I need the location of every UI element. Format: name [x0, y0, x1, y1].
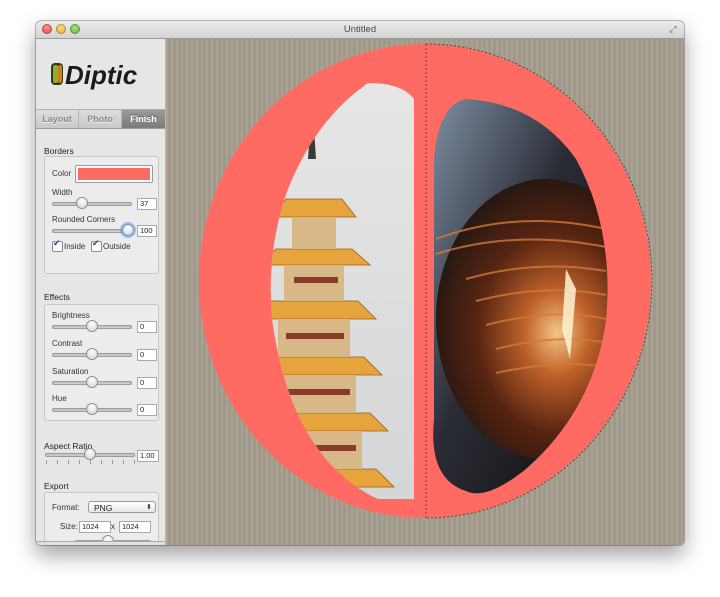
format-label: Format:: [52, 503, 80, 512]
rounded-corners-label: Rounded Corners: [52, 215, 116, 224]
brightness-field[interactable]: 0: [137, 321, 157, 333]
inside-checkbox[interactable]: [52, 239, 63, 252]
aspect-ratio-slider[interactable]: [45, 449, 135, 459]
canvas-area: [166, 39, 684, 545]
format-value: PNG: [94, 503, 113, 513]
contrast-slider[interactable]: [52, 349, 132, 359]
fullscreen-icon[interactable]: ⤢: [668, 24, 678, 34]
border-width-slider[interactable]: [52, 198, 132, 208]
border-color-well[interactable]: [75, 165, 153, 183]
title-bar: Untitled ⤢: [36, 21, 684, 39]
saturation-knob[interactable]: [87, 377, 97, 387]
rounded-corners-knob[interactable]: [123, 225, 133, 235]
window-title: Untitled: [343, 24, 377, 35]
color-label: Color: [52, 169, 72, 178]
format-select[interactable]: PNG ⬍: [88, 501, 156, 513]
width-label: Width: [52, 188, 73, 197]
effects-group: Brightness 0 Contrast 0 Saturation 0 Hue…: [44, 304, 159, 421]
hue-knob[interactable]: [87, 404, 97, 414]
brightness-knob[interactable]: [87, 321, 97, 331]
brightness-slider[interactable]: [52, 321, 132, 331]
export-height-field[interactable]: 1024: [119, 521, 151, 533]
hue-field[interactable]: 0: [137, 404, 157, 416]
outside-label: Outside: [103, 242, 131, 251]
effects-heading: Effects: [44, 292, 70, 302]
size-times-label: x: [111, 522, 115, 531]
aspect-ratio-field[interactable]: 1.00: [137, 450, 159, 462]
updown-arrows-icon: ⬍: [146, 504, 152, 511]
hue-label: Hue: [52, 394, 67, 403]
border-width-knob[interactable]: [77, 198, 87, 208]
tab-photo[interactable]: Photo: [79, 110, 122, 128]
contrast-knob[interactable]: [87, 349, 97, 359]
tab-bar: Layout Photo Finish: [36, 109, 165, 129]
app-window: Untitled ⤢ Diptic Layout Photo Finish Bo…: [36, 21, 684, 545]
aspect-ratio-knob[interactable]: [85, 449, 95, 459]
collage-preview: [199, 43, 653, 519]
export-group: Format: PNG ⬍ Size: 1024 x 1024: [44, 492, 159, 545]
saturation-label: Saturation: [52, 367, 89, 376]
saturation-slider[interactable]: [52, 377, 132, 387]
size-label: Size:: [60, 522, 78, 531]
aspect-ratio-ticks: [46, 460, 136, 465]
export-width-field[interactable]: 1024: [79, 521, 111, 533]
diptic-logo: Diptic: [51, 60, 138, 90]
brightness-label: Brightness: [52, 311, 90, 320]
tab-finish[interactable]: Finish: [122, 110, 165, 128]
rounded-corners-field[interactable]: 100: [137, 225, 157, 237]
outside-checkbox[interactable]: [91, 239, 102, 252]
contrast-label: Contrast: [52, 339, 83, 348]
aspect-ratio-heading: Aspect Ratio: [44, 441, 93, 451]
borders-group: Color Width 37 Rounded Corners 100 Insid…: [44, 156, 159, 274]
tab-layout[interactable]: Layout: [36, 110, 79, 128]
saturation-field[interactable]: 0: [137, 377, 157, 389]
inside-label: Inside: [64, 242, 86, 251]
border-color-swatch: [78, 168, 150, 180]
borders-heading: Borders: [44, 146, 74, 156]
rounded-corners-slider[interactable]: [52, 225, 133, 235]
sidebar-bottom-bar: [36, 541, 165, 545]
border-width-field[interactable]: 37: [137, 198, 157, 210]
hue-slider[interactable]: [52, 404, 132, 414]
sidebar: Diptic Layout Photo Finish Borders Color…: [36, 39, 166, 545]
contrast-field[interactable]: 0: [137, 349, 157, 361]
export-heading: Export: [44, 481, 69, 491]
logo-mark-icon: [51, 63, 63, 85]
logo-text: Diptic: [65, 60, 138, 90]
